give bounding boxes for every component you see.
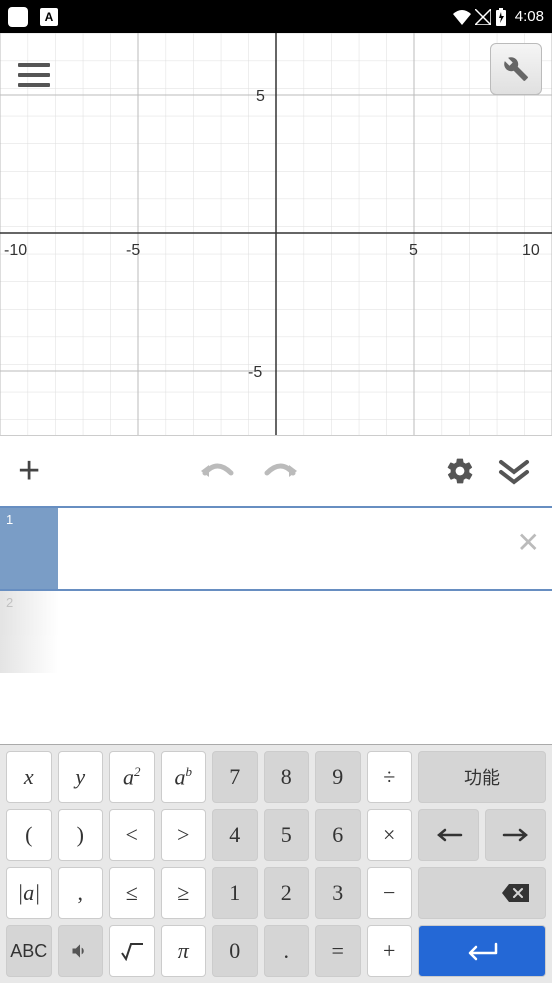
row-number-2: 2 <box>0 591 58 673</box>
key-y[interactable]: y <box>58 751 104 803</box>
row-number-1: 1 <box>0 508 58 589</box>
key-6[interactable]: 6 <box>315 809 361 861</box>
battery-icon <box>495 8 507 26</box>
x-tick-5: 5 <box>409 242 418 259</box>
key-right-arrow[interactable] <box>485 809 546 861</box>
key-x[interactable]: x <box>6 751 52 803</box>
expression-row-1[interactable]: 1 ✕ <box>0 506 552 591</box>
status-bar: A 4:08 <box>0 0 552 33</box>
key-multiply[interactable]: × <box>367 809 413 861</box>
key-sqrt[interactable] <box>109 925 155 977</box>
key-8[interactable]: 8 <box>264 751 310 803</box>
undo-button[interactable] <box>199 457 235 485</box>
key-abs[interactable]: |a| <box>6 867 52 919</box>
expression-input-1[interactable] <box>58 508 552 589</box>
math-keyboard: x y a2 ab ( ) < > |a| , ≤ ≥ ABC π 7 8 9 <box>0 744 552 983</box>
expression-list: 1 ✕ 2 <box>0 506 552 673</box>
key-2[interactable]: 2 <box>264 867 310 919</box>
key-decimal[interactable]: . <box>264 925 310 977</box>
clear-row-button[interactable]: ✕ <box>517 526 540 559</box>
key-le[interactable]: ≤ <box>109 867 155 919</box>
key-5[interactable]: 5 <box>264 809 310 861</box>
enter-icon <box>464 941 500 961</box>
key-gt[interactable]: > <box>161 809 207 861</box>
key-left-arrow[interactable] <box>418 809 479 861</box>
collapse-button[interactable] <box>494 456 534 486</box>
grid-svg: -10 -5 5 10 5 -5 <box>0 33 552 435</box>
key-lt[interactable]: < <box>109 809 155 861</box>
key-audio[interactable] <box>58 925 104 977</box>
key-backspace[interactable] <box>418 867 546 919</box>
key-minus[interactable]: − <box>367 867 413 919</box>
graph-canvas[interactable]: -10 -5 5 10 5 -5 <box>0 33 552 435</box>
y-tick-neg5: -5 <box>248 364 262 381</box>
key-equals[interactable]: = <box>315 925 361 977</box>
key-4[interactable]: 4 <box>212 809 258 861</box>
x-tick-10: 10 <box>522 242 540 259</box>
key-rparen[interactable]: ) <box>58 809 104 861</box>
wifi-icon <box>453 9 471 25</box>
settings-wrench-button[interactable] <box>490 43 542 95</box>
key-9[interactable]: 9 <box>315 751 361 803</box>
key-1[interactable]: 1 <box>212 867 258 919</box>
key-3[interactable]: 3 <box>315 867 361 919</box>
status-time: 4:08 <box>515 8 544 25</box>
key-abc[interactable]: ABC <box>6 925 52 977</box>
key-7[interactable]: 7 <box>212 751 258 803</box>
key-a-squared[interactable]: a2 <box>109 751 155 803</box>
backspace-icon <box>501 882 531 904</box>
key-lparen[interactable]: ( <box>6 809 52 861</box>
signal-icon <box>475 9 491 25</box>
key-comma[interactable]: , <box>58 867 104 919</box>
expression-row-2[interactable]: 2 <box>0 591 552 673</box>
key-functions[interactable]: 功能 <box>418 751 546 803</box>
menu-button[interactable] <box>18 63 50 87</box>
arrow-left-icon <box>435 828 463 842</box>
key-a-power-b[interactable]: ab <box>161 751 207 803</box>
key-0[interactable]: 0 <box>212 925 258 977</box>
key-ge[interactable]: ≥ <box>161 867 207 919</box>
redo-button[interactable] <box>263 457 299 485</box>
key-pi[interactable]: π <box>161 925 207 977</box>
keyboard-indicator-icon: A <box>40 8 58 26</box>
sqrt-icon <box>120 941 144 961</box>
wrench-icon <box>503 56 529 82</box>
y-tick-5: 5 <box>256 88 265 105</box>
key-divide[interactable]: ÷ <box>367 751 413 803</box>
gear-button[interactable] <box>440 456 480 486</box>
app-indicator-icon <box>8 7 28 27</box>
x-tick-neg5: -5 <box>126 242 140 259</box>
expression-toolbar: + <box>0 435 552 506</box>
add-expression-button[interactable]: + <box>18 450 58 493</box>
key-enter[interactable] <box>418 925 546 977</box>
arrow-right-icon <box>502 828 530 842</box>
speaker-icon <box>70 941 90 961</box>
key-plus[interactable]: + <box>367 925 413 977</box>
x-tick-neg10: -10 <box>4 242 27 259</box>
